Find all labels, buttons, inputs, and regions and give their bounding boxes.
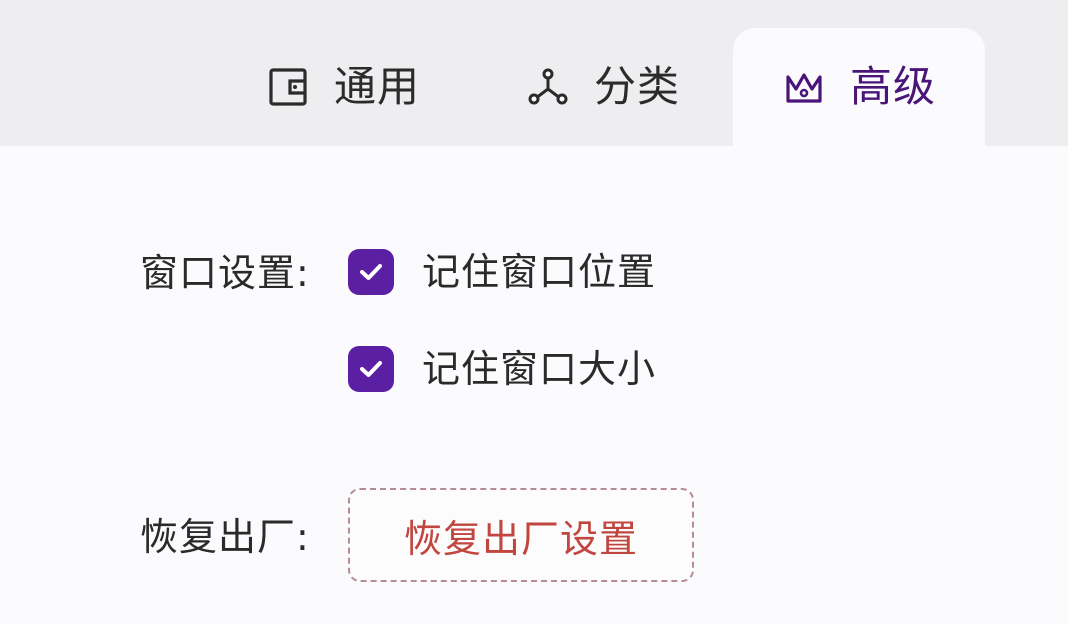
crown-icon [782,65,826,109]
window-settings-label: 窗口设置: [140,251,310,295]
remember-window-position-label: 记住窗口位置 [422,250,657,294]
tab-advanced-label: 高级 [849,62,936,111]
checkmark-icon [360,264,382,280]
tab-category-label: 分类 [593,62,680,111]
tab-general[interactable]: 通用 [248,28,438,146]
tab-general-label: 通用 [333,62,420,111]
remember-window-size-option[interactable]: 记住窗口大小 [348,346,656,392]
settings-window: 通用 分类 高级 窗口设置: 记住窗口位置 记住窗口大小 恢复出厂: 恢复出厂设… [0,0,1068,624]
tab-advanced[interactable]: 高级 [733,28,985,146]
factory-reset-label: 恢复出厂: [140,515,310,559]
tab-category[interactable]: 分类 [508,28,698,146]
remember-window-position-option[interactable]: 记住窗口位置 [348,249,656,295]
remember-window-position-checkbox[interactable] [348,249,394,295]
remember-window-size-label: 记住窗口大小 [422,347,657,391]
checkmark-icon [360,361,382,377]
factory-reset-button[interactable]: 恢复出厂设置 [348,488,694,582]
remember-window-size-checkbox[interactable] [348,346,394,392]
wallet-icon [266,65,310,109]
nodes-icon [526,65,570,109]
tab-bar: 通用 分类 高级 [0,0,1068,146]
